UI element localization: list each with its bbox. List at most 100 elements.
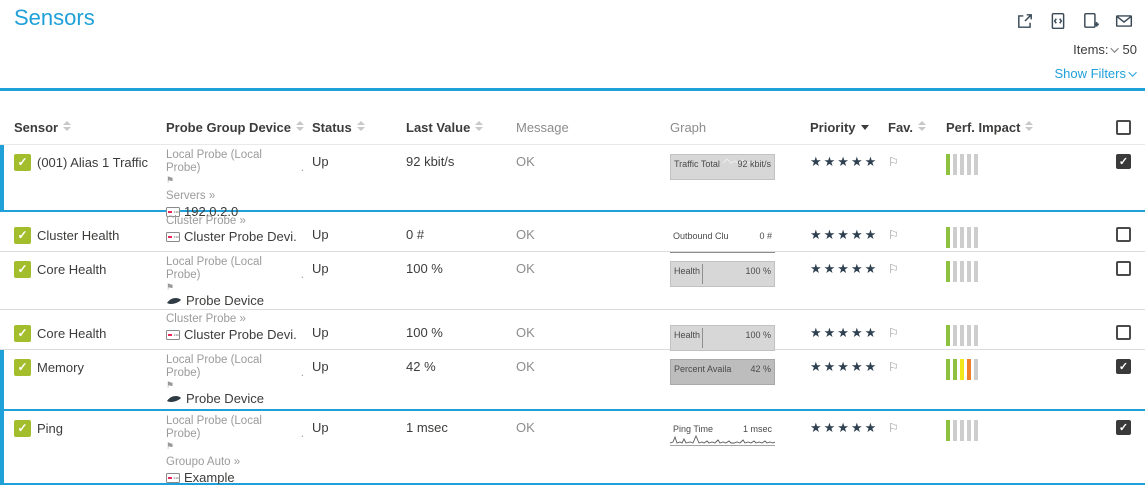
device-icon [166,473,180,483]
sensor-name-link[interactable]: (001) Alias 1 Traffic [37,154,148,170]
header-last-value[interactable]: Last Value [406,112,516,144]
priority-stars[interactable]: ★★★★★ [810,227,878,242]
favorite-flag-icon[interactable]: ⚐ [888,326,899,340]
message-value: OK [516,325,535,340]
priority-stars[interactable]: ★★★★★ [810,325,878,340]
probe-name[interactable]: Local Probe (Local Probe) [166,256,296,282]
header-probe-group-device[interactable]: Probe Group Device [166,112,312,144]
probe-group-device-cell: Local Probe (Local Probe) ⚑ . Probe Devi… [166,252,312,309]
sort-icon [357,121,365,131]
header-priority[interactable]: Priority [810,112,888,144]
message-value: OK [516,261,535,276]
device-link[interactable]: Example [166,471,296,484]
favorite-flag-icon[interactable]: ⚐ [888,360,899,374]
graph-value: 100 % [745,330,771,340]
probe-name[interactable]: Local Probe (Local Probe) [166,354,296,380]
sensor-name-link[interactable]: Ping [37,420,63,436]
perf-bar-gray [967,154,971,175]
graph-label: Health [674,266,700,276]
email-icon[interactable] [1115,12,1133,30]
truncation-dot: . [301,428,304,441]
mini-graph[interactable]: Health 100 % [670,261,775,287]
mini-graph[interactable]: Health 100 % [670,325,775,351]
header-perf-impact[interactable]: Perf. Impact [946,112,1060,144]
header-fav[interactable]: Fav. [888,112,946,144]
perf-bar-gray [960,261,964,282]
open-in-new-icon[interactable] [1016,12,1034,30]
xml-file-icon[interactable] [1049,12,1067,30]
perf-impact-bars [946,154,1060,175]
header-status[interactable]: Status [312,112,406,144]
group-name[interactable]: Groupo Auto » [166,456,296,469]
perf-impact-bars [946,359,1060,380]
sensor-name-link[interactable]: Memory [37,359,84,375]
perf-bar-gray [953,325,957,346]
mini-graph[interactable]: Ping Time 1 msec [670,420,775,446]
graph-label: Traffic Total [674,159,720,169]
group-name[interactable]: Servers » [166,190,296,203]
select-checkbox[interactable] [1116,325,1131,340]
favorite-flag-icon[interactable]: ⚐ [888,262,899,276]
perf-bar-green [953,359,957,380]
probe-name[interactable]: Local Probe (Local Probe) [166,415,296,441]
select-checkbox[interactable] [1116,227,1131,242]
sensor-status-ok-icon: ✓ [14,227,31,244]
page-header: Sensors Items: 50 Show Filters [0,0,1145,91]
perf-bar-green [946,261,950,282]
perf-bar-green [946,420,950,441]
mini-graph[interactable]: Percent Availa 42 % [670,359,775,385]
sensor-name-link[interactable]: Core Health [37,325,106,341]
priority-stars[interactable]: ★★★★★ [810,261,878,276]
favorite-flag-icon[interactable]: ⚐ [888,421,899,435]
last-value: 1 msec [406,420,448,435]
perf-bar-gray [960,227,964,248]
perf-bar-green [946,154,950,175]
perf-impact-bars [946,420,1060,441]
select-checkbox[interactable] [1116,261,1131,276]
select-checkbox[interactable] [1116,154,1131,169]
group-name[interactable]: Cluster Probe » [166,215,296,228]
select-checkbox[interactable] [1116,420,1131,435]
sensor-status-ok-icon: ✓ [14,325,31,342]
mini-graph[interactable]: Outbound Clu 0 # [670,227,775,253]
perf-impact-bars [946,261,1060,282]
header-checkbox-cell [1060,112,1145,144]
sensor-name-link[interactable]: Core Health [37,261,106,277]
last-value: 42 % [406,359,436,374]
probe-name[interactable]: Local Probe (Local Probe) [166,149,296,175]
truncation-dot: . [301,269,304,282]
select-checkbox[interactable] [1116,359,1131,374]
sensor-name-link[interactable]: Cluster Health [37,227,119,243]
items-label: Items: [1073,42,1108,57]
device-link[interactable]: Probe Device [166,392,296,405]
favorite-flag-icon[interactable]: ⚐ [888,155,899,169]
probe-device-icon [166,296,182,306]
probe-flag-icon: ⚑ [166,282,296,292]
device-name: Cluster Probe Devi... [184,230,296,243]
perf-bar-gray [967,227,971,248]
group-name[interactable]: Cluster Probe » [166,313,296,326]
priority-stars[interactable]: ★★★★★ [810,359,878,374]
perf-bar-gray [953,227,957,248]
add-report-icon[interactable] [1082,12,1100,30]
device-name: Probe Device [186,294,264,307]
probe-group-device-cell: Cluster Probe » Cluster Probe Devi... [166,310,312,351]
device-link[interactable]: Cluster Probe Devi... [166,230,296,243]
status-value: Up [312,261,329,276]
device-link[interactable]: Probe Device [166,294,296,307]
favorite-flag-icon[interactable]: ⚐ [888,228,899,242]
priority-stars[interactable]: ★★★★★ [810,420,878,435]
select-all-checkbox[interactable] [1116,120,1131,135]
show-filters-toggle[interactable]: Show Filters [1054,66,1137,81]
sensor-status-ok-icon: ✓ [14,420,31,437]
message-value: OK [516,154,535,169]
device-link[interactable]: Cluster Probe Devi... [166,328,296,341]
header-sensor[interactable]: Sensor [14,112,166,144]
probe-group-device-cell: Local Probe (Local Probe) ⚑ . Probe Devi… [166,350,312,409]
items-per-page-control[interactable]: Items: 50 [1073,42,1137,57]
perf-bar-gray [960,154,964,175]
mini-graph[interactable]: Traffic Total 92 kbit/s [670,154,775,180]
priority-stars[interactable]: ★★★★★ [810,154,878,169]
status-value: Up [312,420,329,435]
probe-group-device-cell: Local Probe (Local Probe) ⚑ . Groupo Aut… [166,411,312,484]
